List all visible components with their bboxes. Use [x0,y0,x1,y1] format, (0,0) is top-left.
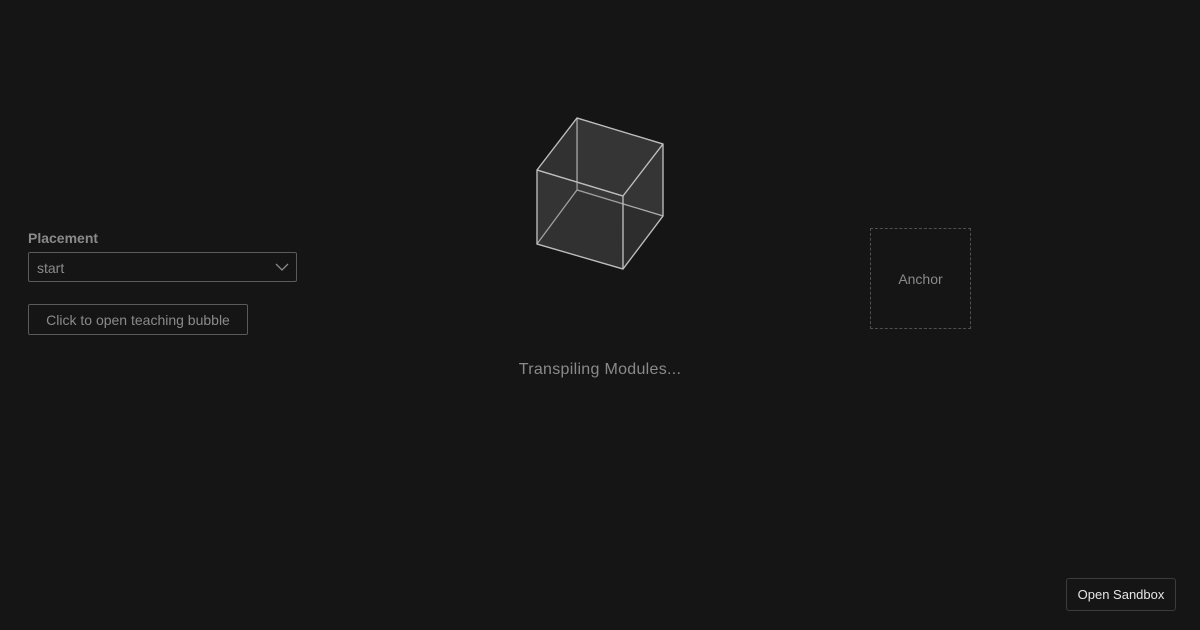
open-teaching-bubble-button[interactable]: Click to open teaching bubble [28,304,248,335]
loading-status-text: Transpiling Modules... [518,361,682,378]
anchor-target: Anchor [870,228,971,329]
placement-select[interactable]: start [28,252,297,282]
preview-stage: Placement start Click to open teaching b… [0,0,1200,630]
placement-select-value: start [37,260,65,276]
placement-label: Placement [28,230,99,246]
chevron-down-icon [275,263,289,271]
anchor-label: Anchor [898,270,943,287]
cube-icon [536,117,664,270]
open-sandbox-button[interactable]: Open Sandbox [1066,578,1176,611]
